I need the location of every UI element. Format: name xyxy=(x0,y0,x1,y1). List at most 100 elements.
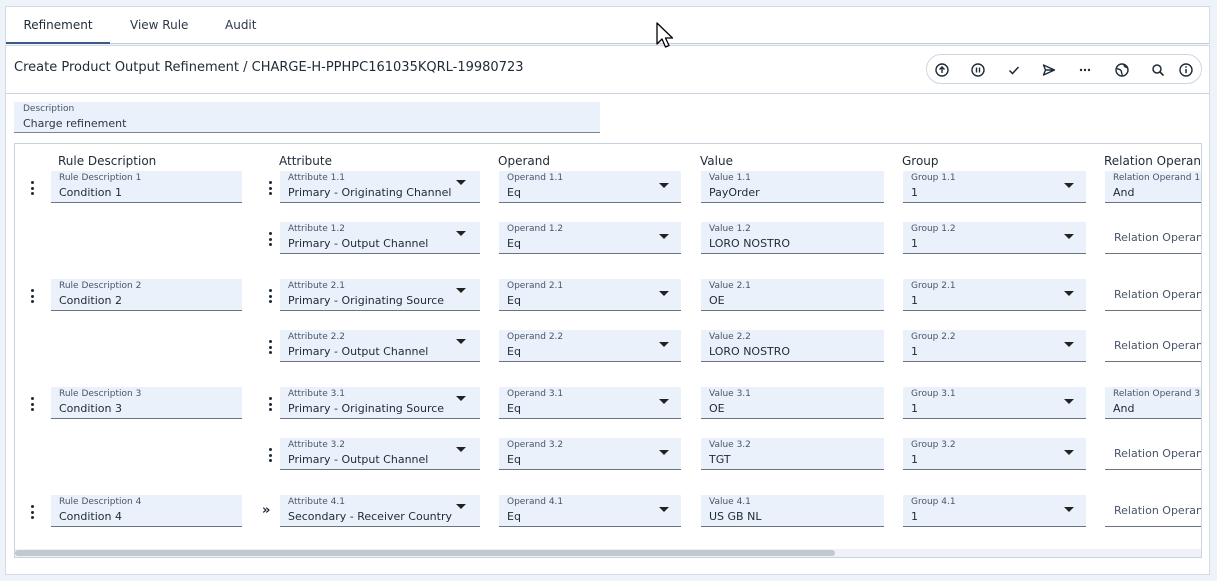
rule-description-field[interactable]: Rule Description 4 Condition 4 xyxy=(51,495,242,527)
attribute-select[interactable]: Attribute 2.1 Primary - Originating Sourc… xyxy=(280,279,480,311)
chevron-down-icon[interactable] xyxy=(456,288,466,293)
condition-menu-icon[interactable] xyxy=(265,232,275,246)
tab-view-rule[interactable]: View Rule xyxy=(130,7,188,44)
value-field[interactable]: Value 3.1 OE xyxy=(701,387,884,419)
more-icon[interactable] xyxy=(1075,60,1095,80)
chevron-down-icon[interactable] xyxy=(659,507,669,512)
check-icon[interactable] xyxy=(1004,60,1024,80)
chevron-down-icon[interactable] xyxy=(1064,342,1074,347)
value-field[interactable]: Value 2.2 LORO NOSTRO xyxy=(701,330,884,362)
attribute-select-value: Primary - Originating Source xyxy=(288,402,445,415)
group-select[interactable]: Group 1.2 1 xyxy=(903,222,1086,254)
chevron-down-icon[interactable] xyxy=(1064,183,1074,188)
relation-operand-select[interactable]: Relation Operand 1.1 And xyxy=(1105,171,1201,203)
operand-select-value: Eq xyxy=(507,402,521,415)
relation-operand-select[interactable]: Relation Operand xyxy=(1105,330,1201,362)
chevron-down-icon[interactable] xyxy=(659,399,669,404)
condition-menu-icon[interactable] xyxy=(265,181,275,195)
chevron-down-icon[interactable] xyxy=(456,396,466,401)
condition-menu-icon[interactable] xyxy=(265,289,275,303)
globe-icon[interactable] xyxy=(1112,60,1132,80)
value-field-label: Value 4.1 xyxy=(709,497,751,507)
rule-description-field[interactable]: Rule Description 3 Condition 3 xyxy=(51,387,242,419)
rule-description-field-label: Rule Description 2 xyxy=(59,281,142,291)
attribute-select[interactable]: Attribute 3.1 Primary - Originating Sourc… xyxy=(280,387,480,419)
send-icon[interactable] xyxy=(1039,60,1059,80)
condition-menu-icon[interactable] xyxy=(265,448,275,462)
operand-select[interactable]: Operand 3.1 Eq xyxy=(499,387,681,419)
chevron-down-icon[interactable] xyxy=(659,291,669,296)
operand-select-value: Eq xyxy=(507,453,521,466)
relation-operand-select[interactable]: Relation Operand 3.1 And xyxy=(1105,387,1201,419)
condition-menu-icon[interactable] xyxy=(265,340,275,354)
group-select[interactable]: Group 1.1 1 xyxy=(903,171,1086,203)
value-field-value: LORO NOSTRO xyxy=(709,345,791,358)
operand-select[interactable]: Operand 3.2 Eq xyxy=(499,438,681,470)
condition-menu-icon[interactable] xyxy=(265,397,275,411)
relation-operand-select[interactable]: Relation Operand xyxy=(1105,222,1201,254)
rule-menu-icon[interactable] xyxy=(27,181,37,195)
info-icon[interactable] xyxy=(1176,60,1196,80)
attribute-select[interactable]: Attribute 2.2 Primary - Output Channel xyxy=(280,330,480,362)
group-select-label: Group 3.1 xyxy=(911,389,956,399)
group-select-label: Group 2.1 xyxy=(911,281,956,291)
attribute-select[interactable]: Attribute 1.1 Primary - Originating Chann… xyxy=(280,171,480,203)
value-field[interactable]: Value 1.2 LORO NOSTRO xyxy=(701,222,884,254)
value-field[interactable]: Value 4.1 US GB NL xyxy=(701,495,884,527)
chevron-down-icon[interactable] xyxy=(456,180,466,185)
relation-operand-select[interactable]: Relation Operand xyxy=(1105,279,1201,311)
scrollbar-thumb[interactable] xyxy=(15,550,835,556)
chevron-down-icon[interactable] xyxy=(1064,507,1074,512)
chevron-down-icon[interactable] xyxy=(1064,234,1074,239)
relation-operand-select[interactable]: Relation Operand xyxy=(1105,438,1201,470)
rule-menu-icon[interactable] xyxy=(27,289,37,303)
operand-select[interactable]: Operand 4.1 Eq xyxy=(499,495,681,527)
group-select[interactable]: Group 2.1 1 xyxy=(903,279,1086,311)
pause-icon[interactable] xyxy=(968,60,988,80)
operand-select[interactable]: Operand 1.1 Eq xyxy=(499,171,681,203)
upload-icon[interactable] xyxy=(932,60,952,80)
expand-chevron-icon[interactable]: » xyxy=(262,503,270,518)
group-select[interactable]: Group 4.1 1 xyxy=(903,495,1086,527)
chevron-down-icon[interactable] xyxy=(659,342,669,347)
search-icon[interactable] xyxy=(1148,60,1168,80)
attribute-select[interactable]: Attribute 3.2 Primary - Output Channel xyxy=(280,438,480,470)
rule-menu-icon[interactable] xyxy=(27,505,37,519)
tab-audit[interactable]: Audit xyxy=(225,7,256,44)
group-select-value: 1 xyxy=(911,402,918,415)
chevron-down-icon[interactable] xyxy=(659,450,669,455)
horizontal-scrollbar[interactable] xyxy=(15,549,1201,557)
chevron-down-icon[interactable] xyxy=(1064,291,1074,296)
value-field[interactable]: Value 3.2 TGT xyxy=(701,438,884,470)
operand-select-label: Operand 3.2 xyxy=(507,440,564,450)
group-select[interactable]: Group 2.2 1 xyxy=(903,330,1086,362)
rule-description-field[interactable]: Rule Description 2 Condition 2 xyxy=(51,279,242,311)
value-field[interactable]: Value 1.1 PayOrder xyxy=(701,171,884,203)
rule-menu-icon[interactable] xyxy=(27,397,37,411)
group-select[interactable]: Group 3.2 1 xyxy=(903,438,1086,470)
chevron-down-icon[interactable] xyxy=(659,234,669,239)
chevron-down-icon[interactable] xyxy=(1064,450,1074,455)
relation-operand-select[interactable]: Relation Operand xyxy=(1105,495,1201,527)
chevron-down-icon[interactable] xyxy=(456,231,466,236)
tab-refinement[interactable]: Refinement xyxy=(6,7,110,44)
operand-select[interactable]: Operand 1.2 Eq xyxy=(499,222,681,254)
column-header-operand: Operand xyxy=(498,154,550,168)
chevron-down-icon[interactable] xyxy=(1064,399,1074,404)
operand-select-value: Eq xyxy=(507,237,521,250)
attribute-select[interactable]: Attribute 4.1 Secondary - Receiver Countr… xyxy=(280,495,480,527)
rule-description-field-label: Rule Description 1 xyxy=(59,173,142,183)
rule-description-field[interactable]: Rule Description 1 Condition 1 xyxy=(51,171,242,203)
description-field[interactable]: Description Charge refinement xyxy=(14,102,600,133)
operand-select[interactable]: Operand 2.2 Eq xyxy=(499,330,681,362)
group-select[interactable]: Group 3.1 1 xyxy=(903,387,1086,419)
attribute-select-label: Attribute 4.1 xyxy=(288,497,345,507)
chevron-down-icon[interactable] xyxy=(456,504,466,509)
chevron-down-icon[interactable] xyxy=(456,339,466,344)
attribute-select-label: Attribute 2.2 xyxy=(288,332,345,342)
attribute-select[interactable]: Attribute 1.2 Primary - Output Channel xyxy=(280,222,480,254)
chevron-down-icon[interactable] xyxy=(456,447,466,452)
value-field[interactable]: Value 2.1 OE xyxy=(701,279,884,311)
operand-select[interactable]: Operand 2.1 Eq xyxy=(499,279,681,311)
chevron-down-icon[interactable] xyxy=(659,183,669,188)
